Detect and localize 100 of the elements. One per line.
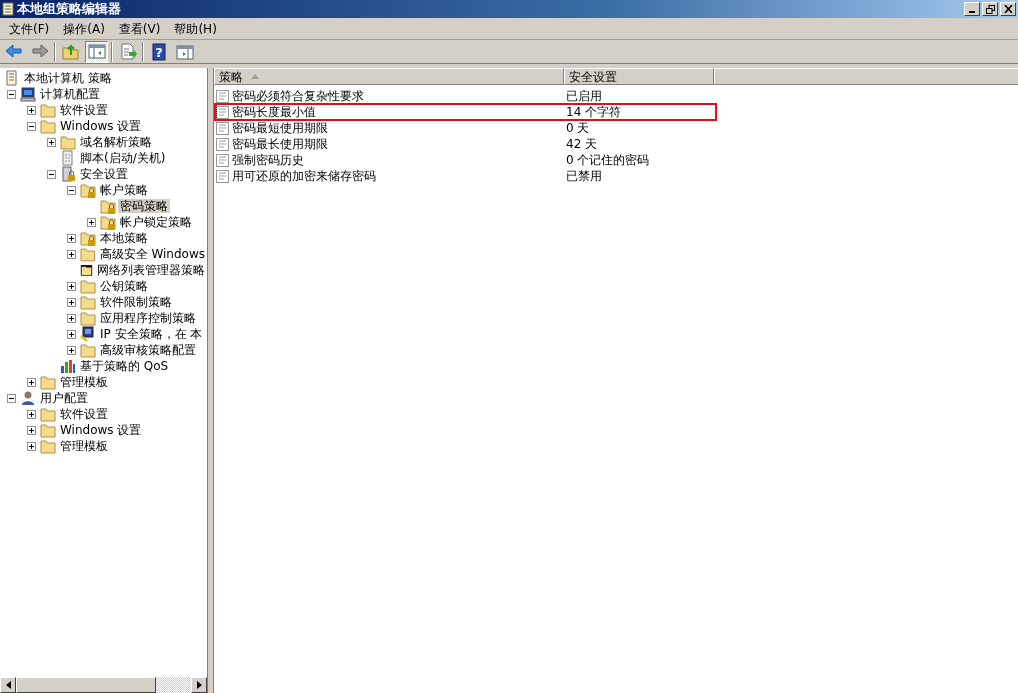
expand-toggle[interactable] [67, 249, 76, 259]
tree-item[interactable]: 安全设置 [78, 167, 130, 181]
tree-item[interactable]: 本地计算机 策略 [22, 71, 114, 85]
tree-item[interactable]: 计算机配置 [38, 87, 102, 101]
expand-toggle[interactable] [27, 441, 36, 451]
folder-icon [40, 118, 56, 134]
plus-icon [28, 106, 35, 114]
tree-item[interactable]: 软件限制策略 [98, 295, 174, 309]
tree-item[interactable]: 脚本(启动/关机) [78, 151, 168, 165]
help-button[interactable]: ? [147, 40, 170, 63]
window-title: 本地组策略编辑器 [17, 0, 121, 19]
table-cell-text: 密码最长使用期限 [232, 136, 328, 153]
folder-icon [80, 310, 96, 326]
close-button[interactable] [1000, 2, 1016, 16]
expand-toggle[interactable] [27, 409, 36, 419]
tree-item[interactable]: 域名解析策略 [78, 135, 154, 149]
expand-toggle[interactable] [27, 425, 36, 435]
expand-toggle[interactable] [7, 393, 16, 403]
expand-toggle[interactable] [67, 345, 76, 355]
left-arrow-icon [5, 681, 11, 689]
plus-icon [88, 218, 95, 226]
tree-item[interactable]: 用户配置 [38, 391, 90, 405]
plus-icon [68, 234, 75, 242]
expand-toggle[interactable] [47, 137, 56, 147]
locked-folder-icon [100, 214, 116, 230]
close-icon [1003, 5, 1013, 13]
tree-item[interactable]: 软件设置 [58, 407, 110, 421]
plus-icon [28, 426, 35, 434]
table-cell-text: 密码最短使用期限 [232, 120, 328, 137]
policy-icon [216, 121, 229, 135]
tree-item[interactable]: 帐户策略 [98, 183, 150, 197]
table-row[interactable]: 强制密码历史 0 个记住的密码 [216, 152, 716, 168]
tree-item[interactable]: 高级审核策略配置 [98, 343, 198, 357]
minimize-button[interactable] [964, 2, 980, 16]
expand-toggle[interactable] [67, 313, 76, 323]
table-row[interactable]: 密码必须符合复杂性要求 已启用 [216, 88, 716, 104]
table-cell-text: 0 个记住的密码 [566, 152, 650, 169]
tree-item[interactable]: 本地策略 [98, 231, 150, 245]
expand-toggle[interactable] [67, 281, 76, 291]
script-icon [60, 150, 76, 166]
expand-toggle[interactable] [67, 329, 76, 339]
tree-item[interactable]: 管理模板 [58, 439, 110, 453]
app-icon [2, 2, 14, 16]
menu-item[interactable]: 查看(V) [111, 19, 168, 38]
tree-item[interactable]: 软件设置 [58, 103, 110, 117]
expand-toggle[interactable] [67, 185, 76, 195]
tree-item[interactable]: 管理模板 [58, 375, 110, 389]
expand-toggle[interactable] [27, 377, 36, 387]
expand-toggle[interactable] [87, 217, 96, 227]
table-row[interactable]: 用可还原的加密来储存密码 已禁用 [216, 168, 716, 184]
horizontal-scrollbar[interactable] [0, 677, 207, 693]
table-row[interactable]: 密码最短使用期限 0 天 [216, 120, 716, 136]
folder-icon [80, 262, 93, 278]
column-header[interactable]: 策略 [214, 68, 564, 85]
table-cell-text: 0 天 [566, 120, 590, 137]
scroll-thumb[interactable] [16, 677, 156, 693]
user-icon [20, 390, 36, 406]
policy-icon [216, 89, 229, 103]
tree-item[interactable]: 网络列表管理器策略 [95, 263, 207, 277]
tree-item[interactable]: Windows 设置 [58, 423, 144, 437]
restore-button[interactable] [982, 2, 998, 16]
expand-toggle[interactable] [27, 105, 36, 115]
folder-icon [40, 102, 56, 118]
expand-toggle[interactable] [27, 121, 36, 131]
restore-icon [985, 4, 995, 14]
computer-icon [20, 86, 36, 102]
locked-folder-icon [100, 198, 116, 214]
console-tree-button[interactable] [85, 40, 108, 63]
table-row[interactable]: 密码长度最小值 14 个字符 [216, 104, 716, 120]
scroll-left-button[interactable] [0, 677, 16, 693]
menu-item[interactable]: 文件(F) [2, 19, 57, 38]
table-cell-text: 用可还原的加密来储存密码 [232, 168, 376, 185]
tree-item[interactable]: 密码策略 [118, 199, 170, 213]
tree-item[interactable]: Windows 设置 [58, 119, 144, 133]
tree-item[interactable]: IP 安全策略，在 本 [98, 327, 205, 341]
plus-icon [68, 314, 75, 322]
menu-item[interactable]: 操作(A) [56, 19, 112, 38]
column-header[interactable]: 安全设置 [564, 68, 714, 85]
scroll-right-button[interactable] [191, 677, 207, 693]
folder-icon [80, 278, 96, 294]
expand-toggle[interactable] [67, 297, 76, 307]
table-cell-text: 密码必须符合复杂性要求 [232, 88, 364, 105]
expand-toggle[interactable] [67, 233, 76, 243]
policy-icon [216, 137, 229, 151]
folder-icon [40, 438, 56, 454]
expand-toggle[interactable] [7, 89, 16, 99]
tree-item[interactable]: 公钥策略 [98, 279, 150, 293]
tree-item[interactable]: 高级安全 Windows [97, 247, 207, 261]
folder-icon [80, 294, 96, 310]
tree-item[interactable]: 应用程序控制策略 [98, 311, 198, 325]
table-row[interactable]: 密码最长使用期限 42 天 [216, 136, 716, 152]
plus-icon [68, 330, 75, 338]
table-cell-text: 密码长度最小值 [232, 104, 316, 121]
expand-toggle[interactable] [47, 169, 56, 179]
bar-chart-icon [60, 358, 76, 374]
plus-icon [68, 282, 75, 290]
plus-icon [48, 138, 55, 146]
menu-item[interactable]: 帮助(H) [167, 19, 224, 38]
tree-item[interactable]: 基于策略的 QoS [78, 359, 171, 373]
tree-item[interactable]: 帐户锁定策略 [118, 215, 194, 229]
